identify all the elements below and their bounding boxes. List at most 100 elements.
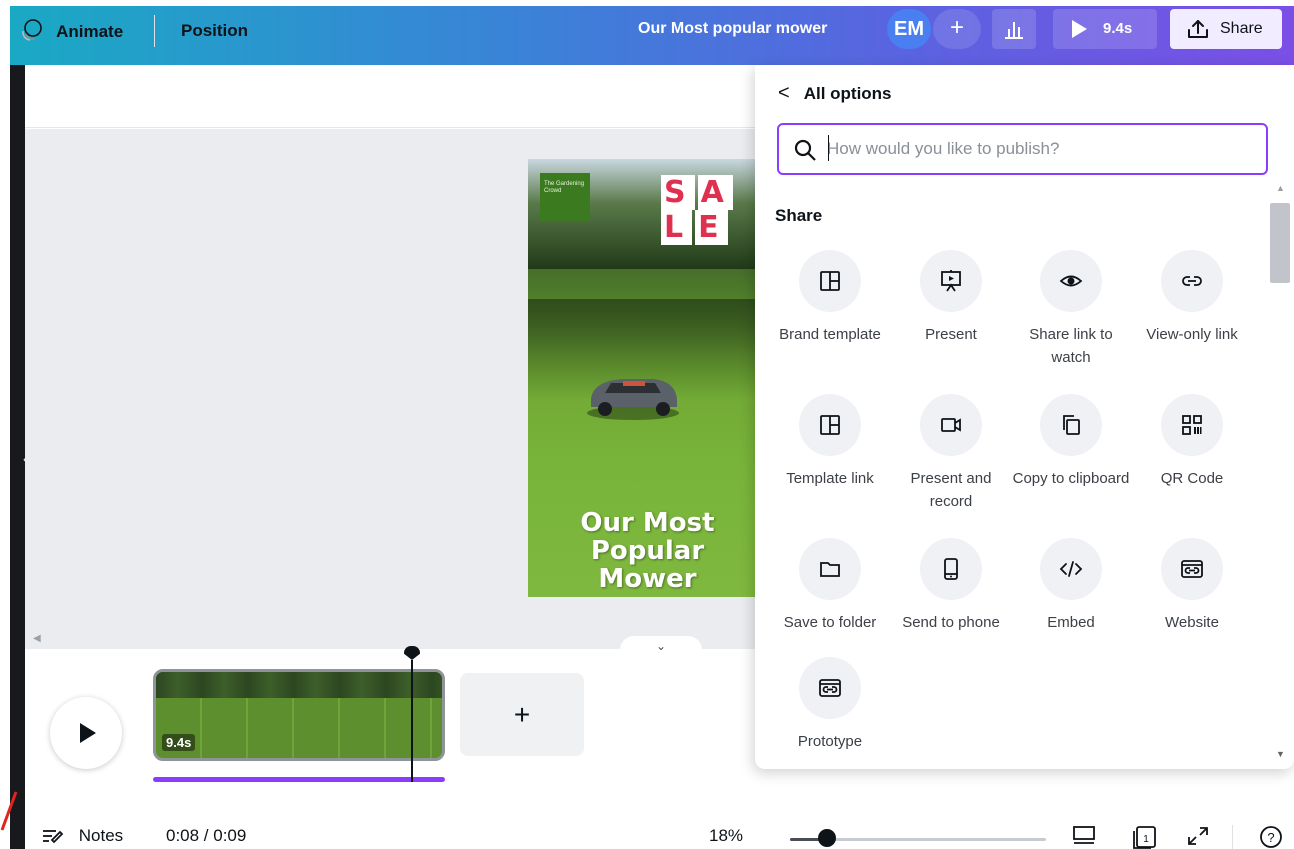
sale-letter: A bbox=[697, 175, 733, 210]
option-label: Copy to clipboard bbox=[1012, 470, 1130, 487]
time-readout: 0:08 / 0:09 bbox=[166, 826, 247, 845]
option-label: Prototype bbox=[797, 733, 863, 750]
zoom-percentage[interactable]: 18% bbox=[709, 826, 743, 846]
option-label: Send to phone bbox=[902, 614, 1000, 631]
option-share-link-to-watch[interactable]: Share link to watch bbox=[1008, 250, 1134, 369]
copy-icon bbox=[1063, 415, 1080, 435]
brand-template-icon bbox=[820, 271, 840, 291]
scroll-up-arrow-icon[interactable]: ▲ bbox=[1276, 183, 1285, 193]
upload-icon bbox=[1188, 20, 1208, 38]
camera-icon bbox=[941, 418, 961, 432]
share-panel-scrollbar[interactable]: ▲ ▼ bbox=[1268, 183, 1294, 769]
eye-icon bbox=[1059, 275, 1083, 287]
present-icon bbox=[941, 270, 961, 292]
page-count-icon[interactable]: 1 bbox=[1131, 825, 1159, 849]
all-options-back-button[interactable]: < All options bbox=[778, 82, 892, 105]
chevron-down-icon: ⌄ bbox=[655, 639, 667, 653]
clip-progress-bar bbox=[153, 777, 445, 782]
option-send-to-phone[interactable]: Send to phone bbox=[888, 538, 1014, 634]
option-label: Present and record bbox=[910, 470, 992, 510]
notes-label: Notes bbox=[78, 826, 124, 845]
link-icon bbox=[1182, 276, 1202, 286]
user-avatar[interactable]: EM bbox=[887, 9, 931, 49]
option-brand-template[interactable]: Brand template bbox=[767, 250, 893, 346]
option-label: Present bbox=[925, 326, 977, 343]
timeline-play-button[interactable] bbox=[50, 697, 122, 769]
folder-icon bbox=[820, 562, 840, 577]
option-view-only-link[interactable]: View-only link bbox=[1129, 250, 1255, 346]
page-view-icon[interactable] bbox=[1071, 825, 1097, 847]
option-prototype[interactable]: Prototype bbox=[767, 657, 893, 753]
search-icon bbox=[794, 139, 816, 161]
design-page[interactable]: The Gardening Crowd S AL E Our Most Popula… bbox=[528, 159, 755, 597]
design-brand-box[interactable]: The Gardening Crowd bbox=[540, 173, 590, 221]
share-section-title: Share bbox=[775, 206, 823, 225]
play-preview-button[interactable]: 9.4s bbox=[1053, 9, 1157, 49]
qr-code-icon bbox=[1182, 415, 1202, 435]
document-title[interactable]: Our Most popular mower bbox=[638, 20, 827, 38]
sale-letter: L bbox=[661, 210, 693, 245]
add-page-button[interactable]: + bbox=[460, 673, 584, 756]
sale-letter: E bbox=[695, 210, 728, 245]
footer-divider bbox=[1232, 825, 1233, 849]
publish-search-input[interactable] bbox=[827, 135, 1247, 163]
chevron-left-icon: < bbox=[778, 82, 790, 104]
option-present[interactable]: Present bbox=[888, 250, 1014, 346]
notes-button[interactable]: Notes bbox=[42, 826, 123, 846]
zoom-slider-handle[interactable] bbox=[818, 829, 836, 847]
option-qr-code[interactable]: QR Code bbox=[1129, 394, 1255, 490]
template-link-icon bbox=[820, 415, 840, 435]
notes-icon bbox=[43, 830, 64, 844]
playhead-line[interactable] bbox=[411, 660, 413, 782]
text-caret bbox=[828, 135, 829, 161]
collapse-timeline-button[interactable]: ⌄ bbox=[620, 636, 702, 660]
page-number: 1 bbox=[1143, 834, 1149, 845]
option-present-and-record[interactable]: Present and record bbox=[888, 394, 1014, 513]
option-embed[interactable]: Embed bbox=[1008, 538, 1134, 634]
design-sale-text[interactable]: S AL E bbox=[661, 175, 755, 245]
option-label: Brand template bbox=[779, 326, 881, 343]
help-icon[interactable]: ? bbox=[1258, 825, 1284, 849]
scroll-down-arrow-icon[interactable]: ▼ bbox=[1276, 749, 1285, 759]
scrollbar-thumb[interactable] bbox=[1270, 203, 1290, 283]
share-button-label: Share bbox=[1220, 20, 1263, 37]
option-label: QR Code bbox=[1160, 470, 1224, 487]
timeline-clip[interactable]: 9.4s bbox=[153, 669, 445, 761]
option-save-to-folder[interactable]: Save to folder bbox=[767, 538, 893, 634]
website-icon bbox=[1181, 560, 1203, 578]
fullscreen-icon[interactable] bbox=[1186, 825, 1210, 847]
toolbar-divider bbox=[154, 15, 155, 47]
position-button[interactable]: Position bbox=[181, 21, 248, 41]
option-website[interactable]: Website bbox=[1129, 538, 1255, 634]
add-collaborator-button[interactable]: + bbox=[933, 9, 981, 49]
option-label: Share link to watch bbox=[1029, 326, 1113, 366]
phone-icon bbox=[944, 558, 958, 580]
animate-label: Animate bbox=[56, 22, 124, 41]
clip-duration-label: 9.4s bbox=[162, 734, 196, 751]
play-icon bbox=[1072, 20, 1087, 38]
option-label: Website bbox=[1165, 614, 1219, 631]
help-glyph: ? bbox=[1267, 830, 1274, 845]
option-label: Embed bbox=[1047, 614, 1095, 631]
animate-button[interactable]: Animate bbox=[18, 18, 123, 42]
robot-mower-image[interactable] bbox=[583, 369, 683, 421]
code-icon bbox=[1059, 561, 1083, 577]
option-label: View-only link bbox=[1146, 326, 1238, 343]
all-options-label: All options bbox=[803, 84, 892, 103]
animate-icon bbox=[22, 19, 42, 41]
design-headline[interactable]: Our Most Popular Mower bbox=[540, 509, 755, 593]
option-copy-to-clipboard[interactable]: Copy to clipboard bbox=[1008, 394, 1134, 490]
prototype-icon bbox=[819, 679, 841, 697]
insights-button[interactable] bbox=[992, 9, 1036, 49]
clip-thumbnails bbox=[156, 672, 442, 698]
share-button[interactable]: Share bbox=[1170, 9, 1282, 49]
sale-letter: S bbox=[661, 175, 695, 210]
option-label: Template link bbox=[786, 470, 874, 487]
option-template-link[interactable]: Template link bbox=[767, 394, 893, 490]
scroll-left-arrow-icon[interactable]: ◀ bbox=[33, 633, 41, 644]
publish-search-box[interactable] bbox=[777, 123, 1268, 175]
play-duration-label: 9.4s bbox=[1103, 20, 1133, 37]
red-annotation-mark bbox=[0, 791, 18, 831]
play-icon bbox=[80, 723, 96, 743]
option-label: Save to folder bbox=[783, 614, 877, 631]
